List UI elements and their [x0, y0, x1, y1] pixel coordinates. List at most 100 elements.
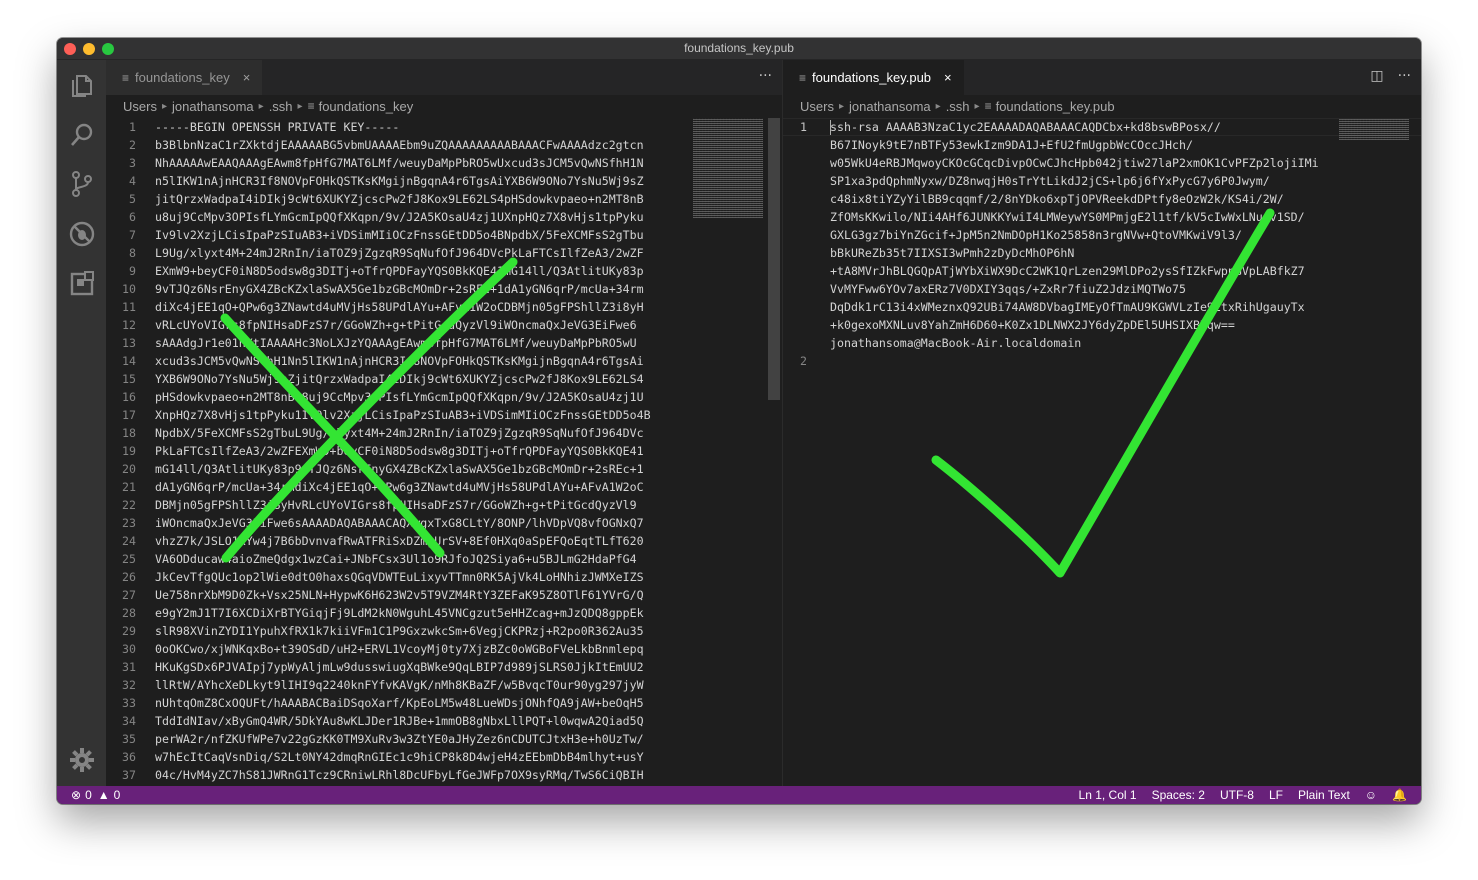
line-number: 13	[122, 336, 136, 350]
code-line[interactable]: 30 0oOKCwo/xjWNKqxBo+t39OSdD/uH2+ERVL1Vco…	[106, 640, 782, 658]
code-line[interactable]: 1 -----BEGIN OPENSSH PRIVATE KEY-----	[106, 118, 782, 136]
code-line[interactable]: GXLG3gz7biYnZGcif+JpM5n2NmDOpH1Ko25858n3…	[783, 226, 1421, 244]
code-line[interactable]: 17 XnpHQz7X8vHjs1tpPyku1Iv9lv2XzjLCisIpaP…	[106, 406, 782, 424]
line-number: 36	[122, 750, 136, 764]
code-line[interactable]: 6 u8uj9CcMpv3OPIsfLYmGcmIpQQfXKqpn/9v/J2A…	[106, 208, 782, 226]
code-line[interactable]: 3 NhAAAAAwEAAQAAAgEAwm8fpHfG7MAT6LMf/weuy…	[106, 154, 782, 172]
breadcrumb-item[interactable]: jonathansoma	[849, 99, 931, 114]
tab-foundations-key[interactable]: ≡ foundations_key ×	[106, 60, 263, 95]
vertical-scrollbar[interactable]	[768, 118, 780, 400]
code-line[interactable]: jonathansoma@MacBook-Air.localdomain	[783, 334, 1421, 352]
code-line[interactable]: 1 ssh-rsa AAAAB3NzaC1yc2EAAAADAQABAAACAQD…	[783, 118, 1421, 136]
code-line[interactable]: DqDdk1rC13i4xWMeznxQ92UBi74AW8DVbagIMEyO…	[783, 298, 1421, 316]
code-line[interactable]: 24 vhzZ7k/JSLO1kYw4j7B6bDvnvafRwATFRiSxDZ…	[106, 532, 782, 550]
code-line[interactable]: 28 e9gY2mJ1T7I6XCDiXrBTYGiqjFj9LdM2kN0Wgu…	[106, 604, 782, 622]
code-line[interactable]: 23 iWOncmaQxJeVG3EiFwe6sAAAADAQABAAACAQXw…	[106, 514, 782, 532]
tab-foundations-key-pub[interactable]: ≡ foundations_key.pub ×	[783, 60, 964, 95]
code-line[interactable]: 27 Ue758nrXbM9D0Zk+Vsx25NLN+HypwK6H623W2v…	[106, 586, 782, 604]
code-line[interactable]: 13 sAAAdgJr1e01hXtIAAAAHc3NoLXJzYQAAAgEAw…	[106, 334, 782, 352]
close-tab-icon[interactable]: ×	[243, 70, 251, 85]
code-line[interactable]: 8 L9Ug/xlyxt4M+24mJ2RnIn/iaTOZ9jZgzqR9SqN…	[106, 244, 782, 262]
code-line[interactable]: 2	[783, 352, 1421, 370]
line-number: 2	[800, 354, 807, 368]
code-line[interactable]: 37 04c/HvM4yZC7hS81JWRnG1Tcz9CRniwLRhl8Dc…	[106, 766, 782, 784]
line-text: HKuKgSDx6PJVAIpj7ypWyAljmLw9dusswiugXqBW…	[155, 660, 644, 674]
warning-icon[interactable]: ▲	[98, 788, 110, 802]
code-line[interactable]: ZfOMsKKwilo/NIi4AHf6JUNKKYwiI4LMWeywYS0M…	[783, 208, 1421, 226]
code-line[interactable]: 14 xcud3sJCM5vQwNSfhH1Nn5lIKW1nAjnHCR3If8…	[106, 352, 782, 370]
line-text: bBkUReZb35t7IIXSI3wPmh2zDyDcMhOP6hN	[830, 246, 1075, 260]
indentation[interactable]: Spaces: 2	[1152, 788, 1205, 802]
line-text: n5lIKW1nAjnHCR3If8NOVpFOHkQSTKsKMgijnBgq…	[155, 174, 644, 188]
breadcrumb-item[interactable]: .ssh	[946, 99, 970, 114]
code-line[interactable]: 16 pHSdowkvpaeo+n2MT8nBu8uj9CcMpv3OPIsfLY…	[106, 388, 782, 406]
split-editor-icon[interactable]: ◫	[1370, 68, 1383, 84]
extensions-icon[interactable]	[68, 270, 96, 298]
debug-icon[interactable]	[68, 220, 96, 248]
code-line[interactable]: +tA8MVrJhBLQGQpATjWYbXiWX9DcC2WK1QrLzen2…	[783, 262, 1421, 280]
chevron-right-icon: ▸	[935, 100, 941, 112]
chevron-right-icon: ▸	[838, 100, 844, 112]
warning-count[interactable]: 0	[114, 788, 121, 802]
cursor-position[interactable]: Ln 1, Col 1	[1079, 788, 1137, 802]
breadcrumb-item[interactable]: jonathansoma	[172, 99, 254, 114]
code-line[interactable]: 19 PkLaFTCsIlfZeA3/2wZFEXmW9+beyCF0iN8D5o…	[106, 442, 782, 460]
code-line[interactable]: B67INoyk9tE7nBTFy53ewkIzm9DA1J+EfU2fmUgp…	[783, 136, 1421, 154]
code-line[interactable]: 25 VA6ODducaw4aioZmeQdgx1wzCai+JNbFCsx3Ul…	[106, 550, 782, 568]
code-line[interactable]: 33 nUhtqOmZ8CxOQUFt/hAAABACBaiDSqoXarf/Kp…	[106, 694, 782, 712]
minimap[interactable]	[1339, 118, 1409, 140]
code-line[interactable]: 21 dA1yGN6qrP/mcUa+34rmdiXc4jEE1qO+QPw6g3…	[106, 478, 782, 496]
line-text: c48ix8tiYZyYilBB9cqqmf/2/8nYDko6xpTjOPVR…	[830, 192, 1284, 206]
smiley-feedback-icon[interactable]: ☺	[1365, 788, 1377, 802]
breadcrumb-item[interactable]: Users	[800, 99, 834, 114]
bell-icon[interactable]: 🔔	[1392, 788, 1407, 802]
more-actions-icon[interactable]: ···	[759, 68, 772, 84]
code-line[interactable]: 32 llRtW/AYhcXeDLkyt9lIHI9q2240knFYfvKAVg…	[106, 676, 782, 694]
breadcrumb-item[interactable]: .ssh	[269, 99, 293, 114]
code-line[interactable]: bBkUReZb35t7IIXSI3wPmh2zDyDcMhOP6hN	[783, 244, 1421, 262]
gear-icon[interactable]	[68, 746, 96, 774]
code-line[interactable]: 5 jitQrzxWadpaI4iDIkj9cWt6XUKYZjcscPw2fJ8…	[106, 190, 782, 208]
code-line[interactable]: c48ix8tiYZyYilBB9cqqmf/2/8nYDko6xpTjOPVR…	[783, 190, 1421, 208]
breadcrumb-item[interactable]: Users	[123, 99, 157, 114]
files-icon[interactable]	[68, 72, 96, 100]
code-line[interactable]: w05WkU4eRBJMqwoyCKOcGCqcDivpOCwCJhcHpb04…	[783, 154, 1421, 172]
source-control-icon[interactable]	[68, 170, 96, 198]
code-line[interactable]: 2 b3BlbnNzaC1rZXktdjEAAAAABG5vbmUAAAAEbm9…	[106, 136, 782, 154]
tab-label: foundations_key.pub	[812, 70, 932, 85]
code-line[interactable]: 35 perWA2r/nfZKUfWPe7v22gGzKK0TM9XuRv3w3Z…	[106, 730, 782, 748]
line-number: 30	[122, 642, 136, 656]
code-line[interactable]: 34 TddIdNIav/xByGmQ4WR/5DkYAu8wKLJDer1RJB…	[106, 712, 782, 730]
chevron-right-icon: ▸	[974, 100, 980, 112]
code-line[interactable]: 9 EXmW9+beyCF0iN8D5odsw8g3DITj+oTfrQPDFay…	[106, 262, 782, 280]
code-line[interactable]: 10 9vTJQz6NsrEnyGX4ZBcKZxlaSwAX5Ge1bzGBcM…	[106, 280, 782, 298]
code-line[interactable]: SP1xa3pdQphmNyxw/DZ8nwqjH0sTrYtLikdJ2jCS…	[783, 172, 1421, 190]
code-line[interactable]: 12 vRLcUYoVIGrs8fpNIHsaDFzS7r/GGoWZh+g+tP…	[106, 316, 782, 334]
code-line[interactable]: 29 slR98XVinZYDI1YpuhXfRX1k7kiiVFm1C1P9Gx…	[106, 622, 782, 640]
search-icon[interactable]	[68, 121, 96, 149]
close-tab-icon[interactable]: ×	[944, 70, 952, 85]
code-area[interactable]: 1 ssh-rsa AAAAB3NzaC1yc2EAAAADAQABAAACAQD…	[783, 118, 1421, 370]
code-line[interactable]: 15 YXB6W9ONo7YsNu5Wj9sZjitQrzxWadpaI4iDIk…	[106, 370, 782, 388]
error-count[interactable]: 0	[85, 788, 92, 802]
code-line[interactable]: 18 NpdbX/5FeXCMFsS2gTbuL9Ug/xlyxt4M+24mJ2…	[106, 424, 782, 442]
code-area[interactable]: 1 -----BEGIN OPENSSH PRIVATE KEY----- 2 b3B…	[106, 118, 782, 784]
code-line[interactable]: 31 HKuKgSDx6PJVAIpj7ypWyAljmLw9dusswiugXq…	[106, 658, 782, 676]
code-line[interactable]: 36 w7hEcItCaqVsnDiq/S2Lt0NY42dmqRnGIEc1c9…	[106, 748, 782, 766]
more-actions-icon[interactable]: ···	[1398, 68, 1411, 84]
minimap[interactable]	[693, 118, 763, 218]
code-line[interactable]: 7 Iv9lv2XzjLCisIpaPzSIuAB3+iVDSimMIiOCzFn…	[106, 226, 782, 244]
code-line[interactable]: 22 DBMjn05gFPShllZ3i8yHvRLcUYoVIGrs8fpNIH…	[106, 496, 782, 514]
code-line[interactable]: +k0gexoMXNLuv8YahZmH6D60+K0Zx1DLNWX2JY6d…	[783, 316, 1421, 334]
language-mode[interactable]: Plain Text	[1298, 788, 1350, 802]
encoding[interactable]: UTF-8	[1220, 788, 1254, 802]
error-icon[interactable]: ⊗	[71, 788, 81, 802]
end-of-line[interactable]: LF	[1269, 788, 1283, 802]
code-line[interactable]: 20 mG14ll/Q3AtlitUKy83p9vTJQz6NsrEnyGX4ZB…	[106, 460, 782, 478]
code-line[interactable]: 11 diXc4jEE1qO+QPw6g3ZNawtd4uMVjHs58UPdlA…	[106, 298, 782, 316]
breadcrumb-item[interactable]: foundations_key.pub	[996, 99, 1115, 114]
code-line[interactable]: 4 n5lIKW1nAjnHCR3If8NOVpFOHkQSTKsKMgijnBg…	[106, 172, 782, 190]
breadcrumb-item[interactable]: foundations_key	[319, 99, 414, 114]
code-line[interactable]: VvMYFww6YOv7axERz7V0DXIY3qqs/+ZxRr7fiuZ2…	[783, 280, 1421, 298]
code-line[interactable]: 26 JkCevTfgQUc1op2lWie0dtO0haxsQGqVDWTEuL…	[106, 568, 782, 586]
